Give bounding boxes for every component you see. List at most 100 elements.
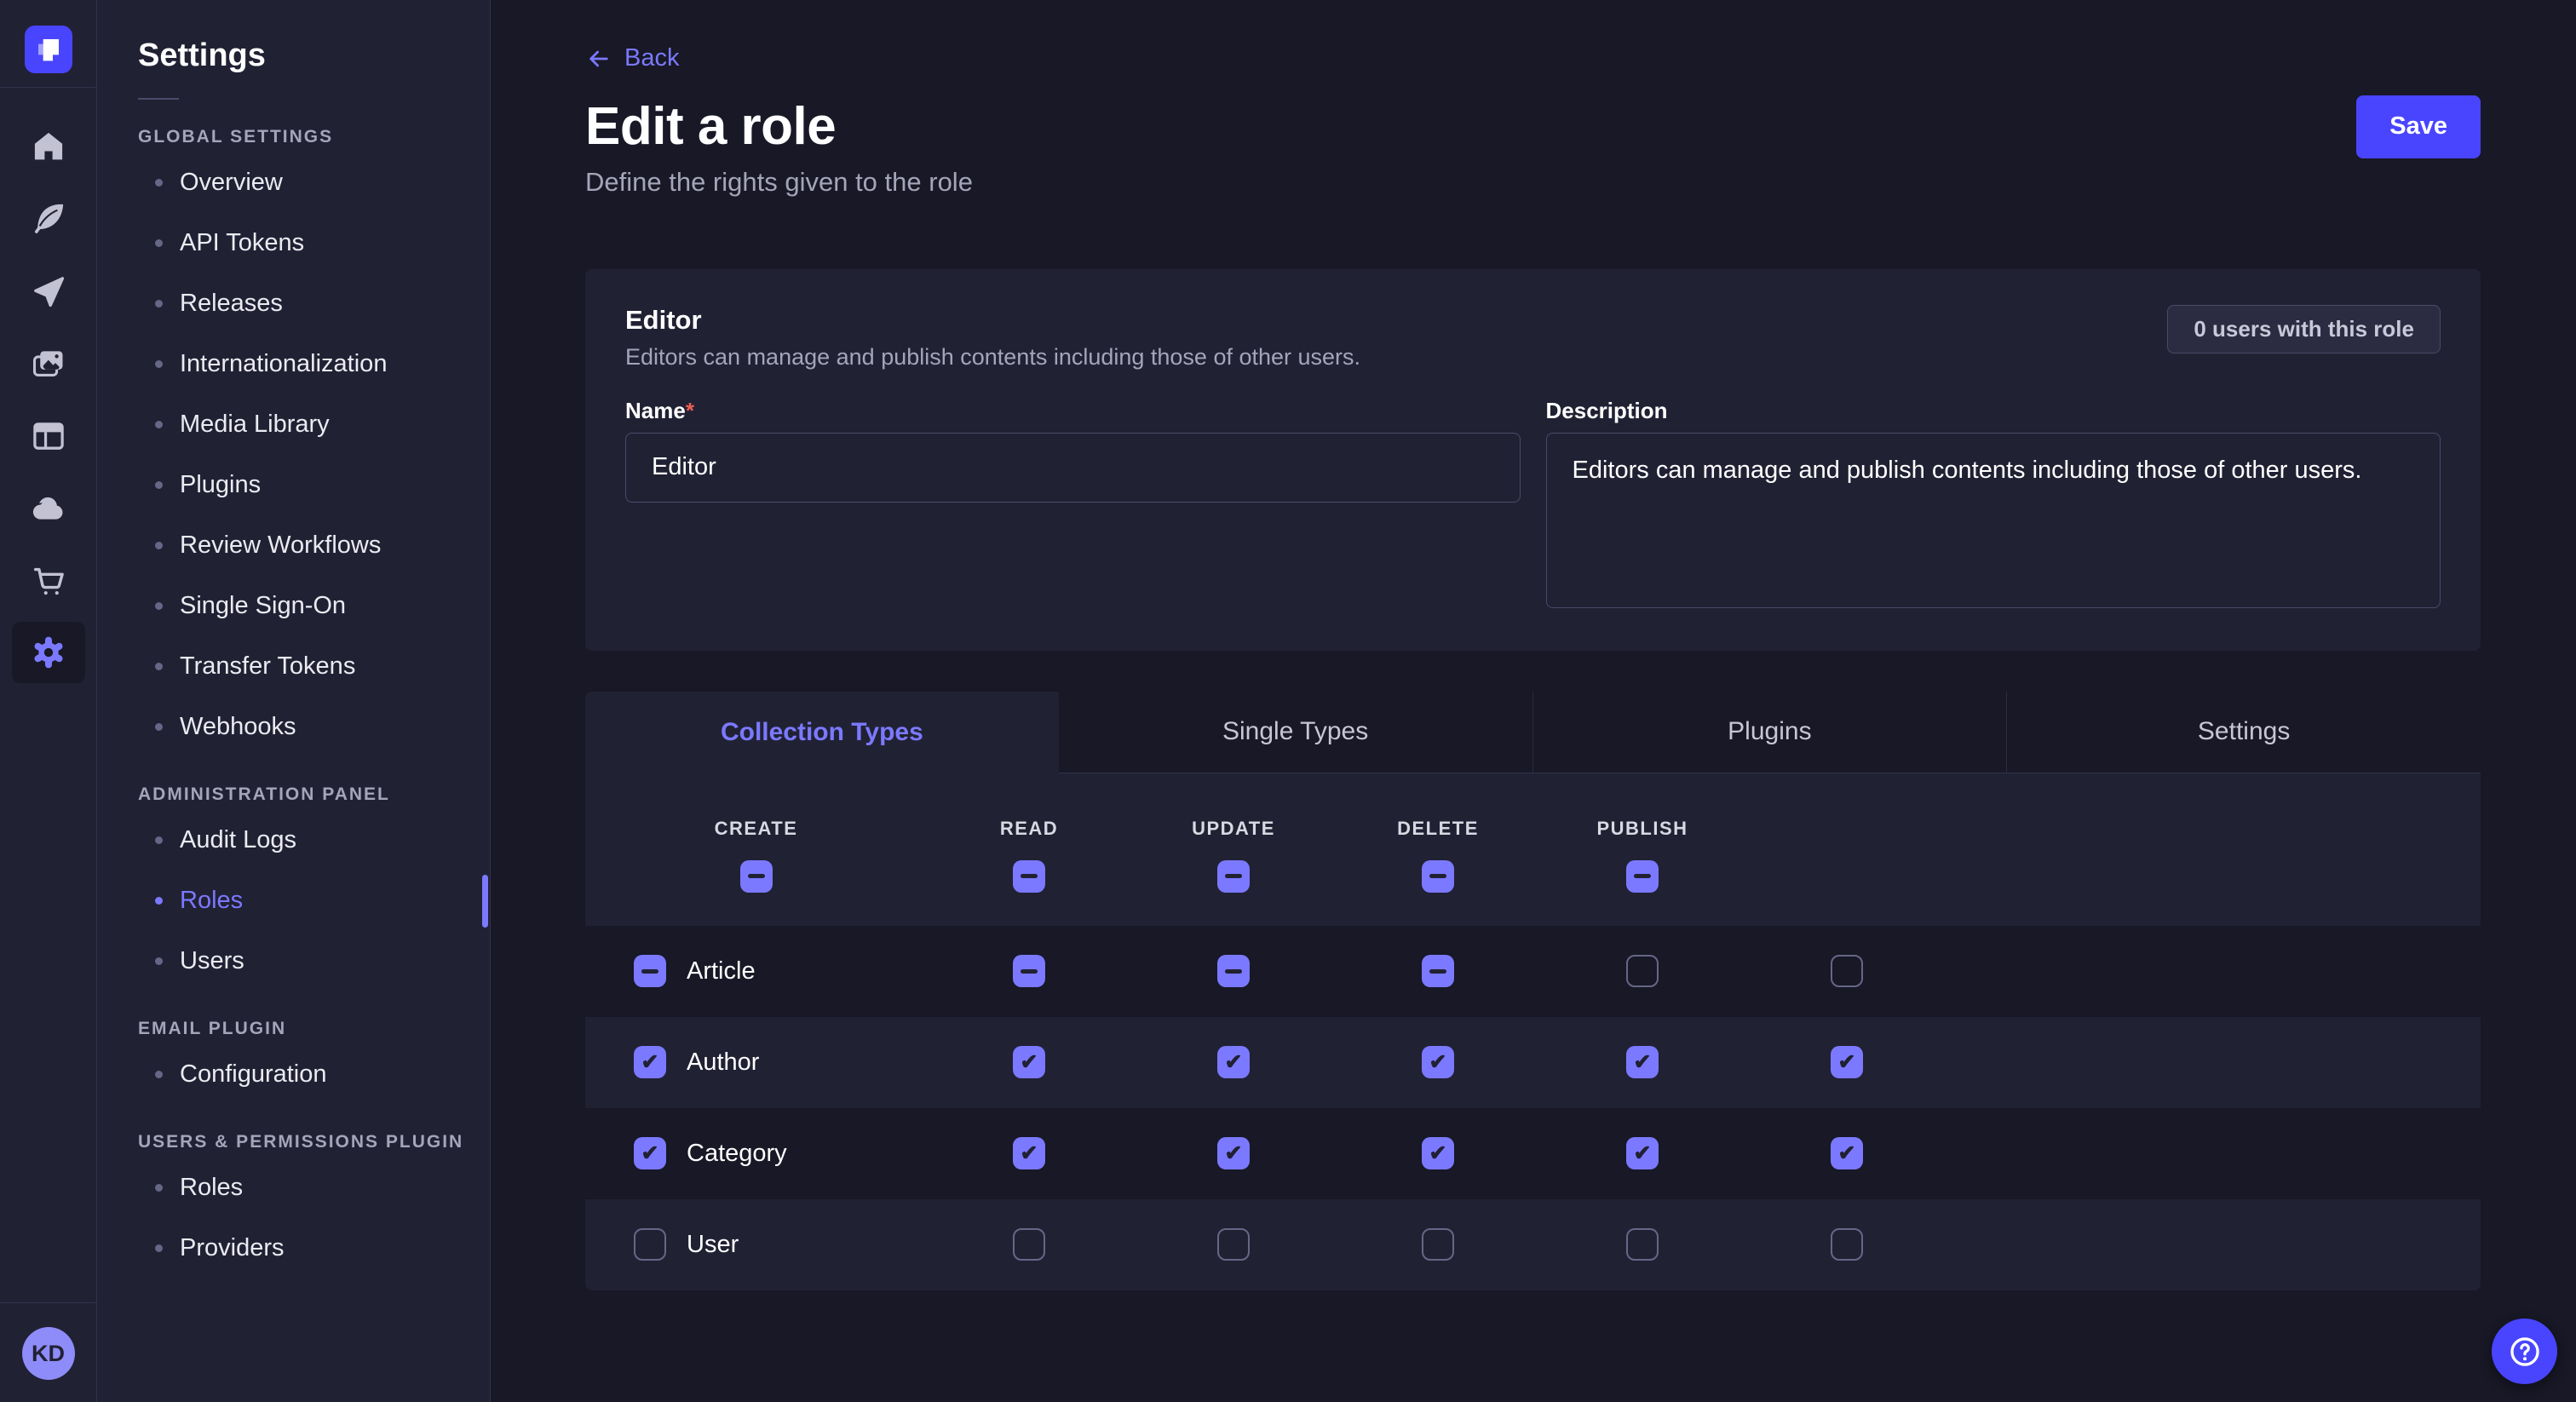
permissions-card: Collection TypesSingle TypesPluginsSetti… bbox=[585, 692, 2481, 1290]
description-textarea[interactable]: Editors can manage and publish contents … bbox=[1546, 433, 2441, 608]
home-icon[interactable] bbox=[12, 110, 85, 182]
category-update-checkbox[interactable] bbox=[1422, 1137, 1454, 1169]
nav-section: ADMINISTRATION PANEL Audit Logs RolesUsers bbox=[97, 784, 490, 991]
sidebar-item-media-library[interactable]: Media Library bbox=[97, 394, 490, 455]
sidebar-item-users[interactable]: Users bbox=[97, 931, 490, 991]
tab-plugins[interactable]: Plugins bbox=[1532, 692, 2007, 773]
required-asterisk: * bbox=[686, 398, 694, 423]
article-read-checkbox[interactable] bbox=[1217, 955, 1250, 987]
master-checkbox-publish[interactable] bbox=[1626, 860, 1659, 893]
sidebar-item-configuration[interactable]: Configuration bbox=[97, 1044, 490, 1105]
bullet-icon bbox=[155, 957, 163, 965]
sidebar-item-internationalization[interactable]: Internationalization bbox=[97, 334, 490, 394]
send-icon[interactable] bbox=[12, 255, 85, 327]
sidebar-item-roles[interactable]: Roles bbox=[97, 1158, 490, 1218]
arrow-left-icon bbox=[585, 45, 612, 72]
feather-icon[interactable] bbox=[12, 182, 85, 255]
master-checkbox-update[interactable] bbox=[1217, 860, 1250, 893]
article-delete-checkbox[interactable] bbox=[1626, 955, 1659, 987]
nav-section: USERS & PERMISSIONS PLUGINRolesProviders bbox=[97, 1132, 490, 1278]
article-publish-checkbox[interactable] bbox=[1831, 955, 1863, 987]
permission-row-category: Category bbox=[585, 1108, 2481, 1199]
article-update-checkbox[interactable] bbox=[1422, 955, 1454, 987]
article-create-checkbox[interactable] bbox=[1013, 955, 1045, 987]
permission-cell bbox=[1131, 1137, 1336, 1169]
sidebar-item-roles[interactable]: Roles bbox=[97, 871, 490, 931]
bullet-icon bbox=[155, 836, 163, 844]
header-spacer bbox=[1745, 818, 1949, 926]
permission-cell bbox=[1131, 955, 1336, 987]
sidebar-item-label: Audit Logs bbox=[180, 826, 296, 854]
cloud-icon[interactable] bbox=[12, 472, 85, 544]
rail-divider bbox=[0, 1302, 97, 1303]
category-read-checkbox[interactable] bbox=[1217, 1137, 1250, 1169]
sidebar-item-audit-logs[interactable]: Audit Logs bbox=[97, 810, 490, 871]
user-update-checkbox[interactable] bbox=[1422, 1228, 1454, 1261]
bullet-icon bbox=[155, 1071, 163, 1078]
user-read-checkbox[interactable] bbox=[1217, 1228, 1250, 1261]
category-create-checkbox[interactable] bbox=[1013, 1137, 1045, 1169]
column-read: READ bbox=[927, 818, 1131, 926]
row-checkbox-author[interactable] bbox=[634, 1046, 666, 1078]
rail-icons bbox=[12, 110, 85, 689]
master-checkbox-create[interactable] bbox=[740, 860, 773, 893]
sidebar-item-label: Webhooks bbox=[180, 713, 296, 741]
author-update-checkbox[interactable] bbox=[1422, 1046, 1454, 1078]
nav-section: GLOBAL SETTINGS OverviewAPI TokensRelease… bbox=[97, 127, 490, 757]
strapi-logo-icon[interactable] bbox=[25, 26, 72, 73]
subnav-divider bbox=[138, 98, 179, 100]
row-label-cell: User bbox=[585, 1228, 927, 1261]
permissions-header: CREATEREADUPDATEDELETEPUBLISH bbox=[585, 773, 2481, 926]
sidebar-item-transfer-tokens[interactable]: Transfer Tokens bbox=[97, 636, 490, 697]
row-checkbox-category[interactable] bbox=[634, 1137, 666, 1169]
role-description-text: Editors can manage and publish contents … bbox=[625, 344, 1360, 371]
master-checkbox-read[interactable] bbox=[1013, 860, 1045, 893]
user-create-checkbox[interactable] bbox=[1013, 1228, 1045, 1261]
layout-icon[interactable] bbox=[12, 399, 85, 472]
category-delete-checkbox[interactable] bbox=[1626, 1137, 1659, 1169]
sidebar-item-providers[interactable]: Providers bbox=[97, 1218, 490, 1278]
sidebar-item-webhooks[interactable]: Webhooks bbox=[97, 697, 490, 757]
icon-rail: KD bbox=[0, 0, 97, 1402]
column-label: PUBLISH bbox=[1596, 818, 1688, 840]
name-label: Name* bbox=[625, 398, 1521, 424]
bullet-icon bbox=[155, 602, 163, 610]
master-checkbox-delete[interactable] bbox=[1422, 860, 1454, 893]
author-delete-checkbox[interactable] bbox=[1626, 1046, 1659, 1078]
sidebar-item-releases[interactable]: Releases bbox=[97, 273, 490, 334]
gear-icon[interactable] bbox=[12, 622, 85, 683]
row-checkbox-article[interactable] bbox=[634, 955, 666, 987]
sidebar-item-single-sign-on[interactable]: Single Sign-On bbox=[97, 576, 490, 636]
name-input[interactable] bbox=[625, 433, 1521, 503]
category-publish-checkbox[interactable] bbox=[1831, 1137, 1863, 1169]
nav-section-label: ADMINISTRATION PANEL bbox=[97, 784, 490, 805]
author-publish-checkbox[interactable] bbox=[1831, 1046, 1863, 1078]
author-read-checkbox[interactable] bbox=[1217, 1046, 1250, 1078]
nav-section-label: GLOBAL SETTINGS bbox=[97, 127, 490, 147]
tab-single-types[interactable]: Single Types bbox=[1059, 692, 1532, 773]
save-button[interactable]: Save bbox=[2356, 95, 2481, 158]
users-with-role-badge[interactable]: 0 users with this role bbox=[2167, 305, 2441, 353]
description-label: Description bbox=[1546, 398, 2441, 424]
sidebar-item-api-tokens[interactable]: API Tokens bbox=[97, 213, 490, 273]
media-icon[interactable] bbox=[12, 327, 85, 399]
back-link[interactable]: Back bbox=[585, 44, 679, 72]
sidebar-item-overview[interactable]: Overview bbox=[97, 152, 490, 213]
sidebar-item-label: Configuration bbox=[180, 1060, 327, 1089]
role-details-card: Editor Editors can manage and publish co… bbox=[585, 269, 2481, 651]
user-delete-checkbox[interactable] bbox=[1626, 1228, 1659, 1261]
sidebar-item-label: Providers bbox=[180, 1234, 285, 1262]
sidebar-item-label: Single Sign-On bbox=[180, 592, 346, 620]
cart-icon[interactable] bbox=[12, 544, 85, 617]
permission-cell bbox=[1131, 1228, 1336, 1261]
sidebar-item-plugins[interactable]: Plugins bbox=[97, 455, 490, 515]
sidebar-item-review-workflows[interactable]: Review Workflows bbox=[97, 515, 490, 576]
tab-settings[interactable]: Settings bbox=[2006, 692, 2481, 773]
column-label: CREATE bbox=[715, 818, 798, 840]
author-create-checkbox[interactable] bbox=[1013, 1046, 1045, 1078]
avatar[interactable]: KD bbox=[22, 1327, 75, 1380]
row-checkbox-user[interactable] bbox=[634, 1228, 666, 1261]
user-publish-checkbox[interactable] bbox=[1831, 1228, 1863, 1261]
tab-collection-types[interactable]: Collection Types bbox=[585, 692, 1059, 773]
help-button[interactable] bbox=[2492, 1319, 2557, 1384]
